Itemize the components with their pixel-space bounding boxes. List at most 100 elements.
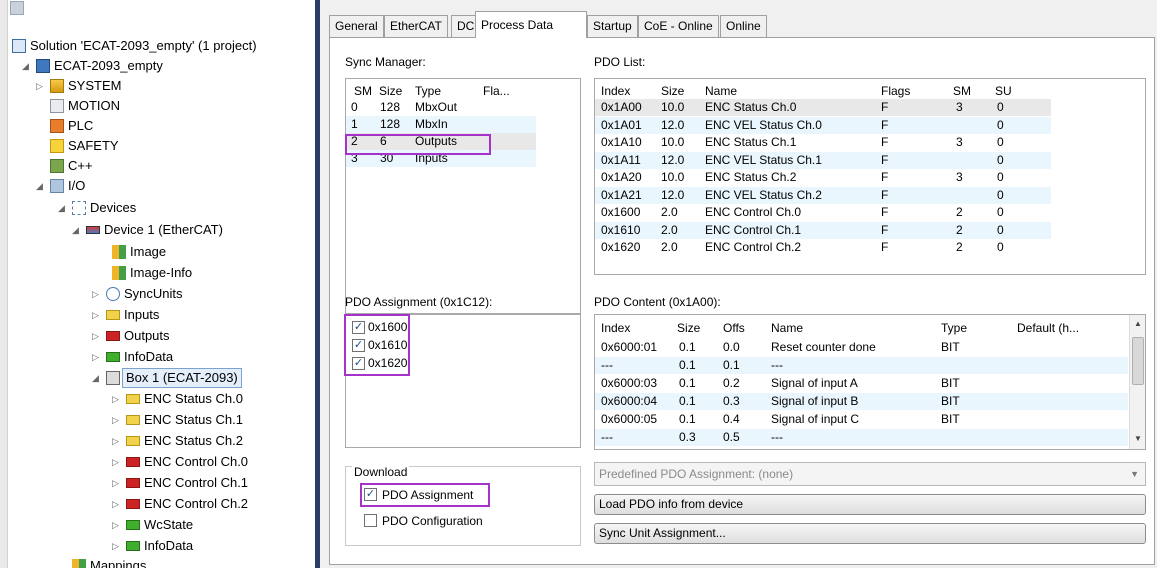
pdo-configuration-download-label: PDO Configuration xyxy=(382,514,483,528)
pdo-assignment-download-checkbox[interactable]: ✓ xyxy=(364,488,377,501)
col-header-sm[interactable]: SM xyxy=(354,83,372,100)
tree-scrollbar[interactable] xyxy=(0,0,8,568)
pdo-0x1600-checkbox[interactable]: ✓ xyxy=(352,321,365,334)
pdo-content-scrollbar[interactable]: ▲ ▼ xyxy=(1129,315,1145,449)
cell: 0 xyxy=(351,100,358,114)
table-row[interactable]: 0 128 MbxOut xyxy=(346,99,536,116)
cell: 0x1620 xyxy=(601,240,641,254)
collapse-icon[interactable]: ◢ xyxy=(92,368,102,388)
table-row[interactable]: 0x1A21 12.0 ENC VEL Status Ch.2 F 0 xyxy=(595,186,1051,204)
col-header-type[interactable]: Type xyxy=(941,320,967,337)
cell: 0x6000:03 xyxy=(601,376,658,390)
expand-icon[interactable]: ▷ xyxy=(92,326,102,346)
col-header-size[interactable]: Size xyxy=(379,83,402,100)
pdo-0x1600-label: 0x1600 xyxy=(368,320,408,334)
load-pdo-info-button[interactable]: Load PDO info from device xyxy=(594,494,1146,515)
tab-online[interactable]: Online xyxy=(720,15,767,37)
cell: 0 xyxy=(997,222,1004,237)
table-row[interactable]: --- 0.1 0.1 --- xyxy=(595,357,1128,374)
cell: 0 xyxy=(997,205,1004,219)
col-header-index[interactable]: Index xyxy=(601,320,630,337)
tab-ethercat[interactable]: EtherCAT xyxy=(384,15,448,37)
collapse-icon[interactable]: ◢ xyxy=(72,220,82,240)
table-row[interactable]: 0x1610 2.0 ENC Control Ch.1 F 2 0 xyxy=(595,221,1051,239)
scroll-down-icon[interactable]: ▼ xyxy=(1130,431,1145,447)
collapse-icon[interactable]: ◢ xyxy=(22,56,32,76)
table-row[interactable]: 3 30 Inputs xyxy=(346,150,536,167)
expand-icon[interactable]: ▷ xyxy=(36,76,46,96)
col-header-type[interactable]: Type xyxy=(415,83,441,100)
cell: 0 xyxy=(997,100,1004,114)
col-header-name[interactable]: Name xyxy=(705,83,737,100)
project-label: ECAT-2093_empty xyxy=(54,58,163,73)
pdo-0x1620-checkbox[interactable]: ✓ xyxy=(352,357,365,370)
tree-node-label: Devices xyxy=(90,200,137,215)
pdo-configuration-download-checkbox[interactable] xyxy=(364,514,377,527)
col-header-flags[interactable]: Fla... xyxy=(483,83,510,100)
sync-unit-assignment-button[interactable]: Sync Unit Assignment... xyxy=(594,523,1146,544)
tree-node-label: SAFETY xyxy=(68,138,119,153)
expand-icon[interactable]: ▷ xyxy=(92,284,102,304)
table-row[interactable]: 0x6000:05 0.1 0.4 Signal of input C BIT xyxy=(595,411,1128,428)
cell: --- xyxy=(771,430,783,444)
outputs-icon xyxy=(126,457,140,467)
table-row[interactable]: 0x6000:03 0.1 0.2 Signal of input A BIT xyxy=(595,375,1128,392)
image-info-icon xyxy=(112,266,126,280)
expand-icon[interactable]: ▷ xyxy=(112,431,122,451)
col-header-index[interactable]: Index xyxy=(601,83,630,100)
expand-icon[interactable]: ▷ xyxy=(112,410,122,430)
expand-icon[interactable]: ▷ xyxy=(112,494,122,514)
expand-icon[interactable]: ▷ xyxy=(112,452,122,472)
chevron-down-icon: ▼ xyxy=(1130,469,1139,479)
solution-icon xyxy=(12,39,26,53)
table-row[interactable]: 0x1620 2.0 ENC Control Ch.2 F 2 0 xyxy=(595,239,1051,256)
toolbar-icon[interactable] xyxy=(10,1,24,15)
col-header-flags[interactable]: Flags xyxy=(881,83,910,100)
tab-general[interactable]: General xyxy=(329,15,384,37)
expand-icon[interactable]: ▷ xyxy=(112,536,122,556)
pdo-0x1610-checkbox[interactable]: ✓ xyxy=(352,339,365,352)
col-header-size[interactable]: Size xyxy=(661,83,684,100)
process-data-page: Sync Manager: SM Size Type Fla... 0 128 … xyxy=(329,37,1155,565)
col-header-default[interactable]: Default (h... xyxy=(1017,320,1079,337)
col-header-size[interactable]: Size xyxy=(677,320,700,337)
expand-icon[interactable]: ▷ xyxy=(112,389,122,409)
table-row[interactable]: 0x6000:04 0.1 0.3 Signal of input B BIT xyxy=(595,393,1128,410)
tab-startup[interactable]: Startup xyxy=(587,15,638,37)
table-row[interactable]: --- 0.3 0.5 --- xyxy=(595,429,1128,446)
cell: 1 xyxy=(351,117,358,131)
table-row[interactable]: 0x1A11 12.0 ENC VEL Status Ch.1 F 0 xyxy=(595,151,1051,169)
table-row[interactable]: 0x1A20 10.0 ENC Status Ch.2 F 3 0 xyxy=(595,169,1051,186)
cell: 0.1 xyxy=(679,394,696,408)
table-row[interactable]: 0x6000:01 0.1 0.0 Reset counter done BIT xyxy=(595,339,1128,356)
tab-coe-online[interactable]: CoE - Online xyxy=(638,15,719,37)
cell: 0x1A21 xyxy=(601,187,642,202)
col-header-offs[interactable]: Offs xyxy=(723,320,745,337)
col-header-su[interactable]: SU xyxy=(995,83,1012,100)
expand-icon[interactable]: ▷ xyxy=(92,347,102,367)
table-row[interactable]: 0x1600 2.0 ENC Control Ch.0 F 2 0 xyxy=(595,204,1051,221)
table-row-selected[interactable]: 2 6 Outputs xyxy=(346,133,536,150)
tree-node-label: Image-Info xyxy=(130,265,193,280)
table-row[interactable]: 0x1A10 10.0 ENC Status Ch.1 F 3 0 xyxy=(595,134,1051,151)
table-row[interactable]: 1 128 MbxIn xyxy=(346,116,536,133)
predefined-pdo-assignment-select[interactable]: Predefined PDO Assignment: (none) ▼ xyxy=(594,462,1146,486)
cell: 2 xyxy=(351,134,358,148)
cell: ENC Status Ch.0 xyxy=(705,100,797,114)
tree-node-label: SYSTEM xyxy=(68,78,122,93)
scroll-thumb[interactable] xyxy=(1132,337,1144,385)
cell: 2.0 xyxy=(661,222,678,237)
tab-process-data[interactable]: Process Data xyxy=(475,11,587,38)
expand-icon[interactable]: ▷ xyxy=(112,473,122,493)
collapse-icon[interactable]: ◢ xyxy=(58,198,68,218)
expand-icon[interactable]: ▷ xyxy=(112,515,122,535)
table-row[interactable]: 0x1A00 10.0 ENC Status Ch.0 F 3 0 xyxy=(595,99,1051,116)
scroll-up-icon[interactable]: ▲ xyxy=(1130,316,1145,332)
collapse-icon[interactable]: ◢ xyxy=(36,176,46,196)
table-row[interactable]: 0x1A01 12.0 ENC VEL Status Ch.0 F 0 xyxy=(595,116,1051,134)
inputs-icon xyxy=(106,310,120,320)
system-icon xyxy=(50,79,64,93)
col-header-name[interactable]: Name xyxy=(771,320,803,337)
col-header-sm[interactable]: SM xyxy=(953,83,971,100)
expand-icon[interactable]: ▷ xyxy=(92,305,102,325)
